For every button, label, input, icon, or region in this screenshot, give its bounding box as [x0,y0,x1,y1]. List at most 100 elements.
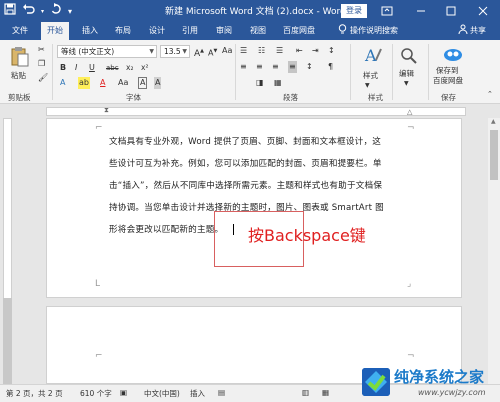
tab-file[interactable]: 文件 [12,22,28,40]
chevron-down-icon: ▼ [149,48,154,55]
font-name-combo[interactable]: 等线 (中文正文) ▼ [57,45,157,58]
vertical-scrollbar[interactable]: ▲ [488,118,500,384]
maximize-icon[interactable] [446,2,456,24]
tab-design[interactable]: 设计 [149,22,165,40]
tab-insert[interactable]: 插入 [82,22,98,40]
justify-button[interactable]: ≡ [288,61,297,73]
paragraph-line: 文档具有专业外观，Word 提供了页眉、页脚、封面和文本框设计，这 [109,137,382,147]
svg-text:A: A [364,46,377,65]
align-right-button[interactable]: ≡ [272,61,279,73]
font-color-button[interactable]: A [100,77,105,89]
tab-view[interactable]: 视图 [250,22,266,40]
tell-me-search[interactable]: 操作说明搜索 [350,22,398,40]
collapse-ribbon-icon[interactable]: ⌃ [487,88,493,100]
tab-baidu-netdisk[interactable]: 百度网盘 [283,22,315,40]
character-shading-button[interactable]: A [154,77,162,89]
borders-icon[interactable]: ▦ [274,77,282,89]
character-border-button[interactable]: A [138,77,148,89]
document-page[interactable]: 文档具有专业外观，Word 提供了页眉、页脚、封面和文本框设计，这 些设计可互为… [46,118,462,298]
chevron-down-icon[interactable]: ▼ [404,78,409,90]
insert-mode[interactable]: 插入 [190,388,205,399]
bold-button[interactable]: B [60,62,66,74]
vertical-ruler[interactable] [0,118,14,384]
undo-dropdown-icon[interactable]: ▾ [41,4,44,20]
group-divider [428,44,429,100]
customize-qat-icon[interactable]: ▾ [68,4,72,20]
multilevel-list-icon[interactable]: ☰ [276,45,283,57]
redo-icon[interactable] [50,3,62,21]
show-marks-button[interactable]: ¶ [328,61,333,73]
chevron-down-icon: ▼ [182,48,187,55]
margin-corner-mark: ⌟ [407,279,412,289]
tab-home[interactable]: 开始 [41,22,69,40]
change-case-button[interactable]: Aa [118,77,128,89]
copy-icon[interactable]: ❐ [38,58,45,70]
horizontal-ruler[interactable]: ⧗ △ [0,104,500,118]
tab-review[interactable]: 审阅 [216,22,232,40]
cut-icon[interactable]: ✂ [38,44,45,56]
minimize-icon[interactable] [416,2,426,24]
shrink-font-icon[interactable]: A▼ [208,45,217,60]
italic-button[interactable]: I [75,62,77,74]
decrease-indent-icon[interactable]: ⇤ [296,45,303,57]
clipboard-group-label: 剪贴板 [8,93,31,102]
increase-indent-icon[interactable]: ⇥ [312,45,319,57]
editing-search-icon[interactable] [399,46,417,64]
ruler-margin-shade [3,298,12,384]
margin-corner-mark: ¬ [407,351,415,361]
share-button[interactable]: 共享 [470,22,486,40]
align-center-button[interactable]: ≡ [256,61,263,73]
group-divider [52,44,53,100]
group-divider [235,44,236,100]
scroll-up-icon[interactable]: ▲ [491,118,496,125]
paragraph-group-label: 段落 [283,93,298,102]
baidu-netdisk-label[interactable]: 百度网盘 [433,75,463,86]
group-divider [350,44,351,100]
share-icon[interactable] [458,22,468,40]
macro-record-icon[interactable]: ▤ [218,388,225,397]
line-spacing-button[interactable]: ↕ [306,61,313,73]
format-painter-icon[interactable]: 🖌 [38,72,48,84]
watermark-logo-icon [362,368,390,396]
shading-icon[interactable]: ◨ [256,77,264,89]
change-case-icon[interactable]: Aa [222,45,232,57]
strikethrough-button[interactable]: abc [106,62,119,74]
paste-icon[interactable] [10,46,29,67]
ribbon-display-options-icon[interactable] [381,2,393,24]
page-count[interactable]: 第 2 页，共 2 页 [6,388,63,399]
undo-icon[interactable] [22,3,35,21]
sort-icon[interactable]: ↕ [328,45,335,57]
read-mode-icon[interactable]: ▥ [302,388,309,397]
scrollbar-thumb[interactable] [490,130,498,180]
underline-button[interactable]: U [89,62,95,74]
tab-references[interactable]: 引用 [182,22,198,40]
styles-group-label: 样式 [368,93,383,102]
numbering-icon[interactable]: ☷ [258,45,265,57]
document-title: 新建 Microsoft Word 文档 (2).docx - Word [165,7,346,17]
bullets-icon[interactable]: ☰ [240,45,247,57]
superscript-button[interactable]: x² [141,62,148,74]
quick-access-toolbar: ▾ ▾ [4,3,72,21]
close-icon[interactable] [478,2,488,24]
highlight-button[interactable]: ab [78,77,90,89]
margin-corner-mark: ⌐ [95,123,103,133]
proofing-icon[interactable]: ▣ [120,388,127,397]
styles-icon[interactable]: A [363,46,382,65]
save-icon[interactable] [4,3,16,21]
right-indent-marker-icon[interactable]: △ [407,108,412,116]
grow-font-icon[interactable]: A▲ [194,45,204,60]
language-status[interactable]: 中文(中国) [144,388,180,399]
paste-label[interactable]: 粘贴 [11,70,26,81]
indent-marker-icon[interactable]: ⧗ [104,106,109,115]
login-button[interactable]: 登录 [341,4,367,18]
align-left-button[interactable]: ≡ [240,61,247,73]
font-size-combo[interactable]: 13.5 ▼ [160,45,190,58]
text-effects-button[interactable]: A [60,77,65,89]
print-layout-icon[interactable]: ▦ [322,388,329,397]
lightbulb-icon[interactable] [338,22,347,40]
subscript-button[interactable]: x₂ [126,62,133,74]
baidu-netdisk-icon[interactable] [443,44,462,62]
chevron-down-icon[interactable]: ▼ [365,80,370,92]
tab-layout[interactable]: 布局 [115,22,131,40]
word-count[interactable]: 610 个字 [80,388,112,399]
